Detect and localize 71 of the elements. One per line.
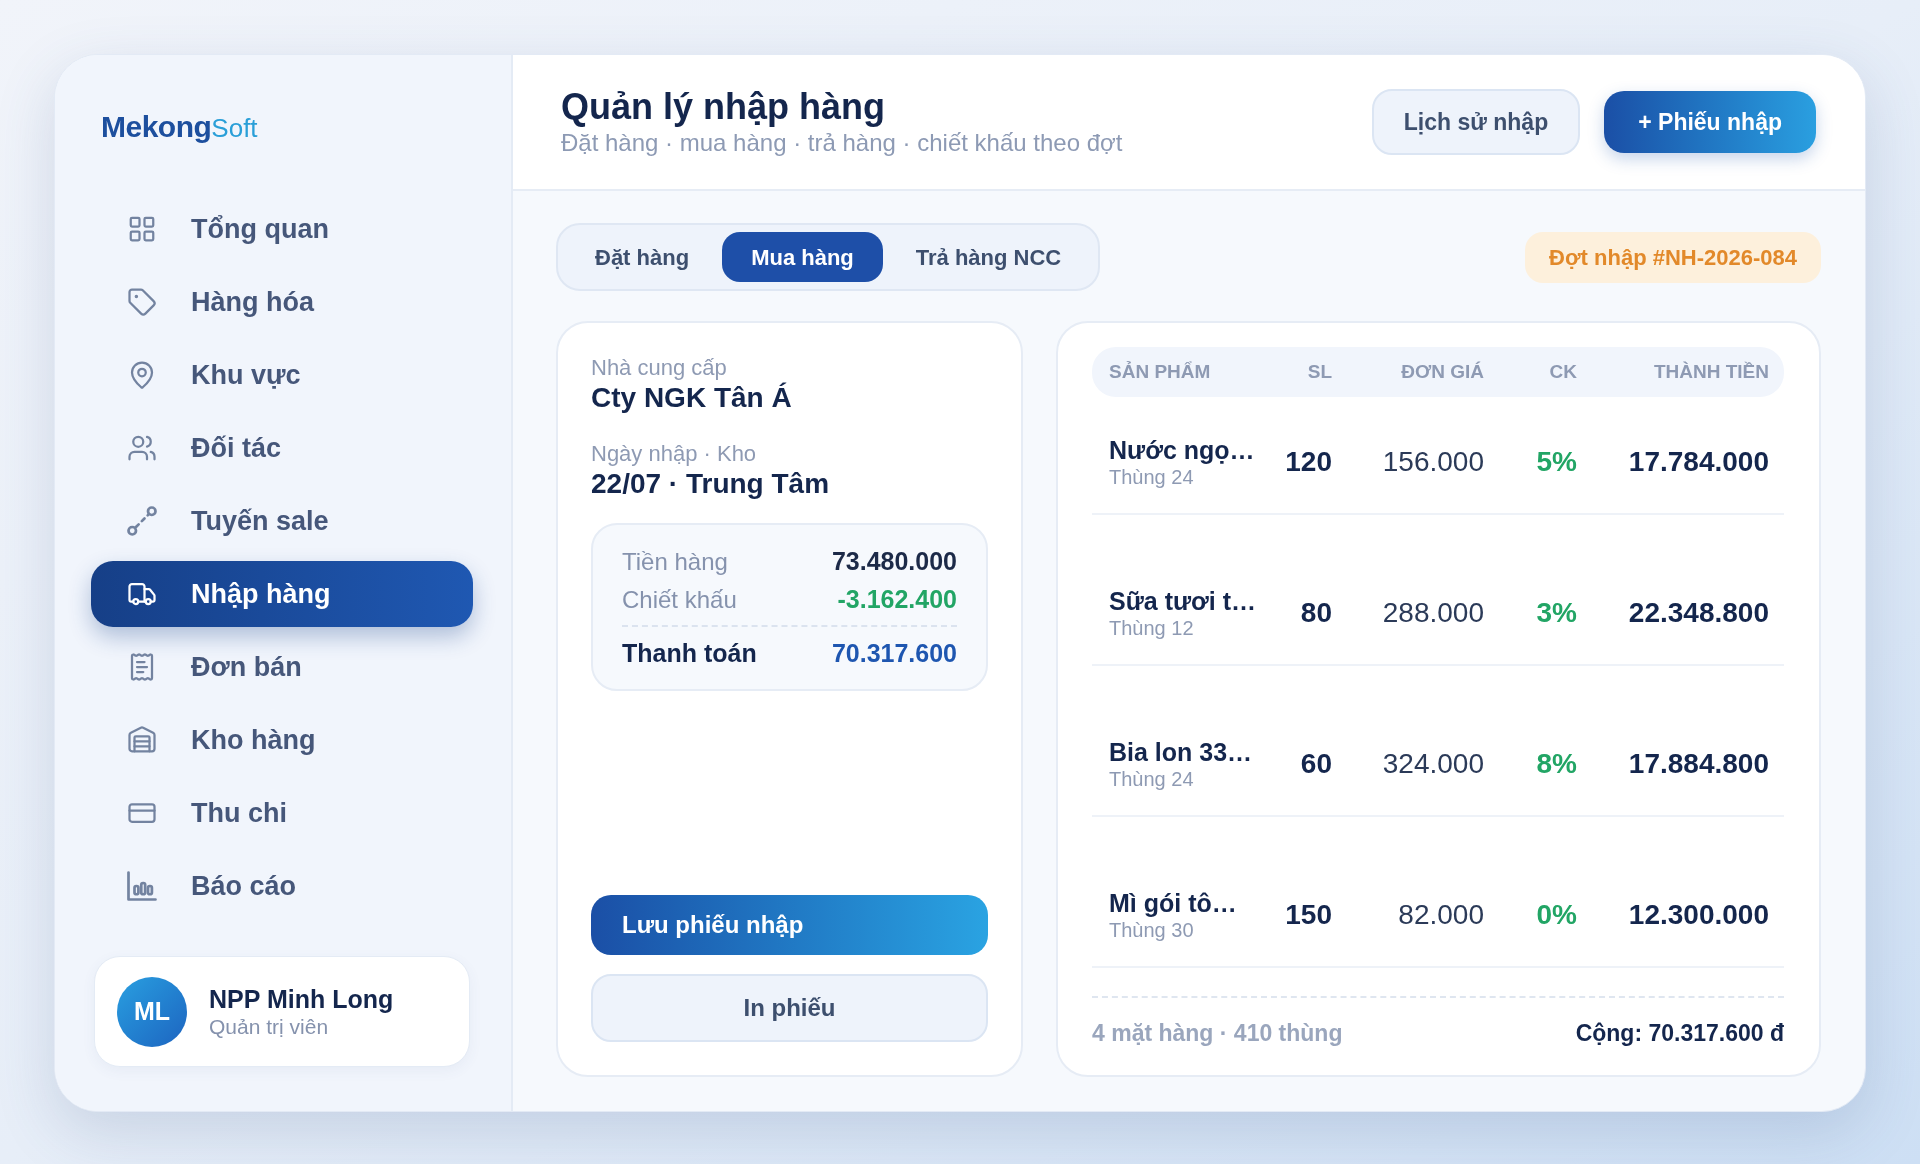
product-unit: Thùng 30 bbox=[1109, 918, 1195, 942]
column-header: ĐƠN GIÁ bbox=[1401, 359, 1484, 384]
sidebar-item[interactable]: Tổng quan bbox=[91, 196, 473, 262]
supplier-name: Cty NGK Tân Á bbox=[591, 381, 792, 415]
discount-cell-text: 5% bbox=[1536, 445, 1577, 479]
total-cell-text: 17.784.000 bbox=[1628, 445, 1769, 479]
total-cell-text: 17.884.800 bbox=[1628, 747, 1769, 781]
summary-label: Chiết khấu bbox=[622, 585, 737, 615]
supplier-label: Nhà cung cấp bbox=[591, 355, 727, 381]
price-cell-text: 82.000 bbox=[1398, 898, 1484, 932]
summary-value: 70.317.600 bbox=[831, 638, 957, 670]
history-button[interactable]: Lịch sử nhập bbox=[1371, 89, 1581, 155]
tab[interactable]: Trả hàng NCC bbox=[886, 232, 1091, 282]
new-receipt-button[interactable]: + Phiếu nhập bbox=[1604, 91, 1816, 153]
summary-label: Tiền hàng bbox=[622, 547, 728, 577]
summary-value: 73.480.000 bbox=[831, 546, 957, 578]
grid-icon bbox=[127, 214, 157, 244]
sidebar-item[interactable]: Thu chi bbox=[91, 780, 473, 846]
sidebar-item[interactable]: Báo cáo bbox=[91, 853, 473, 919]
product-name: Sữa tươi t… bbox=[1109, 586, 1257, 616]
column-header: SẢN PHẨM bbox=[1109, 359, 1211, 384]
product-unit: Thùng 24 bbox=[1109, 465, 1195, 489]
quantity-cell-text: 60 bbox=[1300, 747, 1332, 781]
discount-cell-text: 3% bbox=[1536, 596, 1577, 630]
total-cell-text: 22.348.800 bbox=[1628, 596, 1769, 630]
page-title: Quản lý nhập hàng bbox=[561, 86, 887, 128]
product-unit: Thùng 24 bbox=[1109, 767, 1195, 791]
column-header: SL bbox=[1307, 359, 1332, 384]
total-cell-text: 12.300.000 bbox=[1628, 898, 1769, 932]
page-subtitle: Đặt hàng · mua hàng · trả hàng · chiết khấu theo đợt bbox=[561, 128, 1123, 158]
print-button[interactable]: In phiếu bbox=[591, 974, 988, 1042]
sidebar-item[interactable]: Tuyến sale bbox=[91, 488, 473, 554]
sidebar-item[interactable]: Đơn bán bbox=[91, 634, 473, 700]
user-role: Quản trị viên bbox=[209, 1013, 330, 1040]
price-cell-text: 324.000 bbox=[1382, 747, 1484, 781]
column-header: CK bbox=[1549, 359, 1577, 384]
tab[interactable]: Mua hàng bbox=[722, 232, 883, 282]
discount-cell-text: 8% bbox=[1536, 747, 1577, 781]
product-name: Nước ngọ… bbox=[1109, 435, 1255, 465]
summary-value: -3.162.400 bbox=[837, 584, 957, 616]
bar-chart-icon bbox=[127, 871, 157, 901]
discount-cell-text: 0% bbox=[1536, 898, 1577, 932]
quantity-cell-text: 150 bbox=[1285, 898, 1332, 932]
summary-label: Thanh toán bbox=[622, 638, 757, 670]
tab[interactable]: Đặt hàng bbox=[566, 232, 719, 282]
sidebar-item[interactable]: Hàng hóa bbox=[91, 269, 473, 335]
product-name: Mì gói tô… bbox=[1109, 888, 1237, 918]
route-icon bbox=[127, 506, 157, 536]
quantity-cell-text: 80 bbox=[1300, 596, 1332, 630]
tag-icon bbox=[127, 287, 157, 317]
price-cell-text: 156.000 bbox=[1382, 445, 1484, 479]
items-count: 4 mặt hàng · 410 thùng bbox=[1092, 1018, 1343, 1048]
sidebar-item[interactable]: Nhập hàng bbox=[91, 561, 473, 627]
product-unit: Thùng 12 bbox=[1109, 616, 1195, 640]
sidebar-item[interactable]: Kho hàng bbox=[91, 707, 473, 773]
batch-badge: Đợt nhập #NH-2026-084 bbox=[1525, 231, 1821, 283]
sidebar-item[interactable]: Khu vực bbox=[91, 342, 473, 408]
warehouse-icon bbox=[127, 725, 157, 755]
avatar: ML bbox=[117, 976, 187, 1047]
save-button[interactable]: Lưu phiếu nhập bbox=[591, 895, 988, 955]
column-header: THÀNH TIỀN bbox=[1653, 359, 1769, 384]
grand-total: Cộng: 70.317.600 đ bbox=[1575, 1018, 1784, 1048]
price-cell-text: 288.000 bbox=[1382, 596, 1484, 630]
users-icon bbox=[127, 433, 157, 463]
date-warehouse-value: 22/07 · Trung Tâm bbox=[591, 467, 830, 501]
quantity-cell-text: 120 bbox=[1285, 445, 1332, 479]
date-warehouse-label: Ngày nhập · Kho bbox=[591, 441, 757, 467]
user-name: NPP Minh Long bbox=[209, 983, 394, 1014]
brand-logo: MekongSoft bbox=[101, 112, 258, 145]
product-name: Bia lon 33… bbox=[1109, 737, 1253, 767]
sidebar-item[interactable]: Đối tác bbox=[91, 415, 473, 481]
